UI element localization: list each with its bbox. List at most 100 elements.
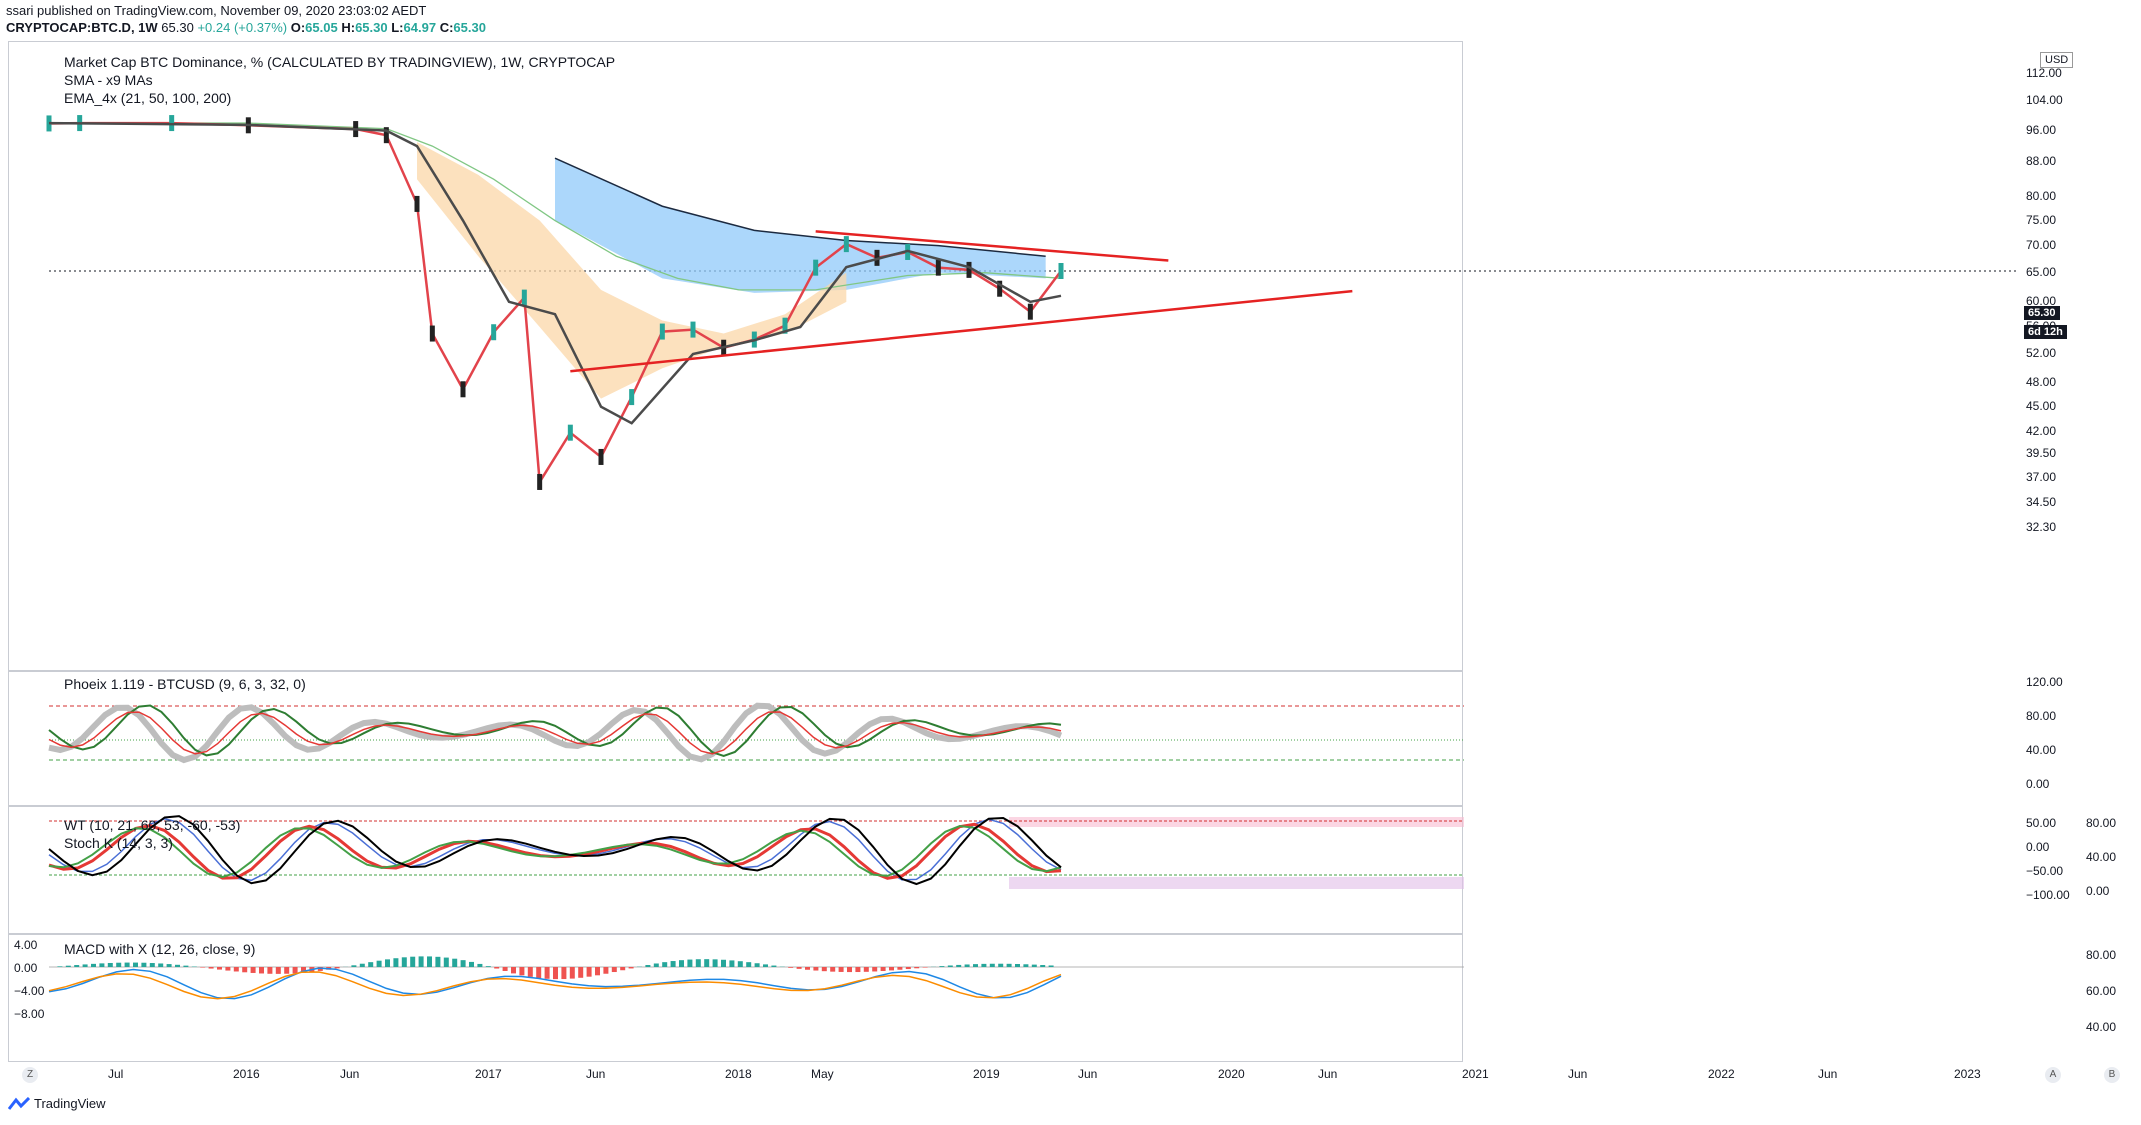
macd-hist-bar [511, 967, 516, 974]
macd-hist-bar [460, 960, 466, 967]
macd-hist-bar [704, 959, 710, 967]
macd-hist-bar [99, 963, 105, 967]
macd-hist-bar [527, 967, 533, 977]
wt-os-zone [1009, 877, 1464, 889]
macd-hist-bar [225, 967, 231, 971]
macd-hist-bar [74, 965, 80, 967]
price-tick-label: 65.00 [2026, 264, 2057, 279]
macd-hist-bar [1023, 964, 1029, 967]
auto-scale-b-button[interactable]: B [2104, 1067, 2120, 1083]
macd-hist-bar [410, 956, 416, 967]
price-tick-label: 42.00 [2026, 423, 2057, 438]
macd-hist-bar [401, 957, 407, 967]
time-axis[interactable]: Jul 2016 Jun 2017 Jun 2018 May 2019 Jun 2020 Jun 20… [0, 1062, 2141, 1088]
high-label: H: [341, 20, 356, 35]
wt-left-tick-label: −50.00 [2026, 864, 2064, 878]
macd-hist-bar [863, 967, 869, 972]
high-value: 65.30 [355, 20, 388, 35]
price-candle [659, 323, 665, 340]
macd-hist-bar [746, 962, 752, 967]
auto-scale-z-button[interactable]: Z [22, 1067, 38, 1083]
price-candle [521, 289, 527, 306]
macd-hist-bar [561, 967, 567, 980]
price-chart-svg[interactable] [9, 42, 2029, 670]
macd-hist-bar [805, 967, 810, 970]
tradingview-logo-icon [7, 1096, 31, 1111]
main-pane-title: Market Cap BTC Dominance, % (CALCULATED … [64, 54, 616, 70]
macd-hist-bar [267, 967, 273, 974]
macd-hist-bar [284, 967, 290, 974]
phoenix-pane[interactable]: Phoeix 1.119 - BTCUSD (9, 6, 3, 32, 0) [8, 671, 1464, 806]
macd-hist-bar [813, 967, 819, 971]
auto-scale-a-button[interactable]: A [2045, 1067, 2061, 1083]
wt-left-tick-label: −100.00 [2026, 888, 2070, 902]
macd-hist-bar [947, 965, 953, 967]
macd-hist-bar [452, 958, 458, 967]
phoenix-axis: 120.00 80.00 40.00 0.00 [2020, 671, 2080, 806]
macd-hist-bar [973, 964, 978, 967]
macd-hist-bar [107, 962, 113, 967]
macd-hist-bar [670, 961, 676, 967]
macd-hist-bar [763, 964, 768, 967]
macd-title: MACD with X (12, 26, close, 9) [64, 941, 256, 957]
price-candle [414, 195, 420, 212]
macd-hist-bar [275, 967, 281, 974]
time-tick-label: 2020 [1218, 1067, 1245, 1081]
time-tick-label: Jun [340, 1067, 360, 1081]
symbol-line: CRYPTOCAP:BTC.D, 1W 65.30 +0.24 (+0.37%)… [6, 20, 486, 35]
price-candle [843, 236, 849, 253]
close-label: C: [439, 20, 454, 35]
macd-hist-bar [880, 967, 886, 971]
macd-hist-bar [956, 964, 962, 967]
wt-right-tick-label: 40.00 [2086, 850, 2117, 864]
macd-hist-bar [91, 963, 96, 967]
macd-hist-bar [578, 967, 584, 978]
macd-hist-bar [754, 963, 760, 967]
macd-hist-bar [334, 967, 340, 969]
price-candle [1027, 303, 1033, 320]
macd-hist-bar [712, 959, 718, 967]
wt-stoch-pane[interactable]: WT (10, 21, 60, 53, -60, -53) Stoch K (1… [8, 806, 1464, 934]
symbol-name: CRYPTOCAP:BTC.D, 1W [6, 20, 158, 35]
macd-hist-bar [981, 963, 987, 967]
price-tick-label: 75.00 [2026, 212, 2057, 227]
main-price-pane[interactable]: Market Cap BTC Dominance, % (CALCULATED … [8, 41, 2019, 671]
macd-hist-bar [645, 965, 651, 967]
change-text: +0.24 (+0.37%) [197, 20, 288, 35]
macd-hist-bar [788, 967, 794, 968]
close-value: 65.30 [453, 20, 486, 35]
macd-hist-bar [519, 967, 525, 976]
price-candle [460, 381, 466, 398]
price-candle [567, 424, 573, 441]
time-tick-label: Jun [1568, 1067, 1588, 1081]
main-price-axis[interactable]: 112.00 104.00 96.00 88.00 80.00 75.00 70.00 65.… [2020, 41, 2080, 671]
macd-hist-bar [443, 957, 449, 967]
macd-hist-bar [1048, 965, 1054, 967]
macd-axis-left: 4.00 0.00 −4.00 −8.00 [0, 934, 52, 1062]
macd-hist-bar [553, 967, 558, 980]
macd-hist-bar [855, 967, 861, 973]
open-value: 65.05 [305, 20, 338, 35]
macd-hist-bar [494, 967, 500, 969]
price-candle [690, 321, 696, 338]
macd-hist-bar [166, 964, 172, 967]
low-label: L: [391, 20, 404, 35]
macd-left-tick-label: 4.00 [14, 938, 38, 952]
macd-hist-bar [729, 960, 735, 967]
macd-hist-bar [200, 967, 206, 968]
macd-hist-bar [292, 967, 298, 974]
macd-hist-bar [695, 959, 701, 967]
footer[interactable]: TradingView [7, 1096, 106, 1111]
macd-hist-bar [116, 962, 122, 967]
macd-right-tick-label: 60.00 [2086, 984, 2117, 998]
macd-hist-bar [964, 964, 970, 967]
price-tick-label: 52.00 [2026, 345, 2057, 360]
macd-hist-bar [620, 967, 626, 971]
macd-hist-bar [477, 963, 483, 967]
price-candle [813, 259, 819, 276]
macd-pane[interactable]: MACD with X (12, 26, close, 9) [8, 934, 1464, 1062]
stoch-title: Stoch K (14, 3, 3) [64, 835, 173, 851]
wt-title: WT (10, 21, 60, 53, -60, -53) [64, 817, 241, 833]
time-tick-label: Jun [1818, 1067, 1838, 1081]
wt-axis-right: 80.00 40.00 0.00 [2080, 806, 2140, 934]
